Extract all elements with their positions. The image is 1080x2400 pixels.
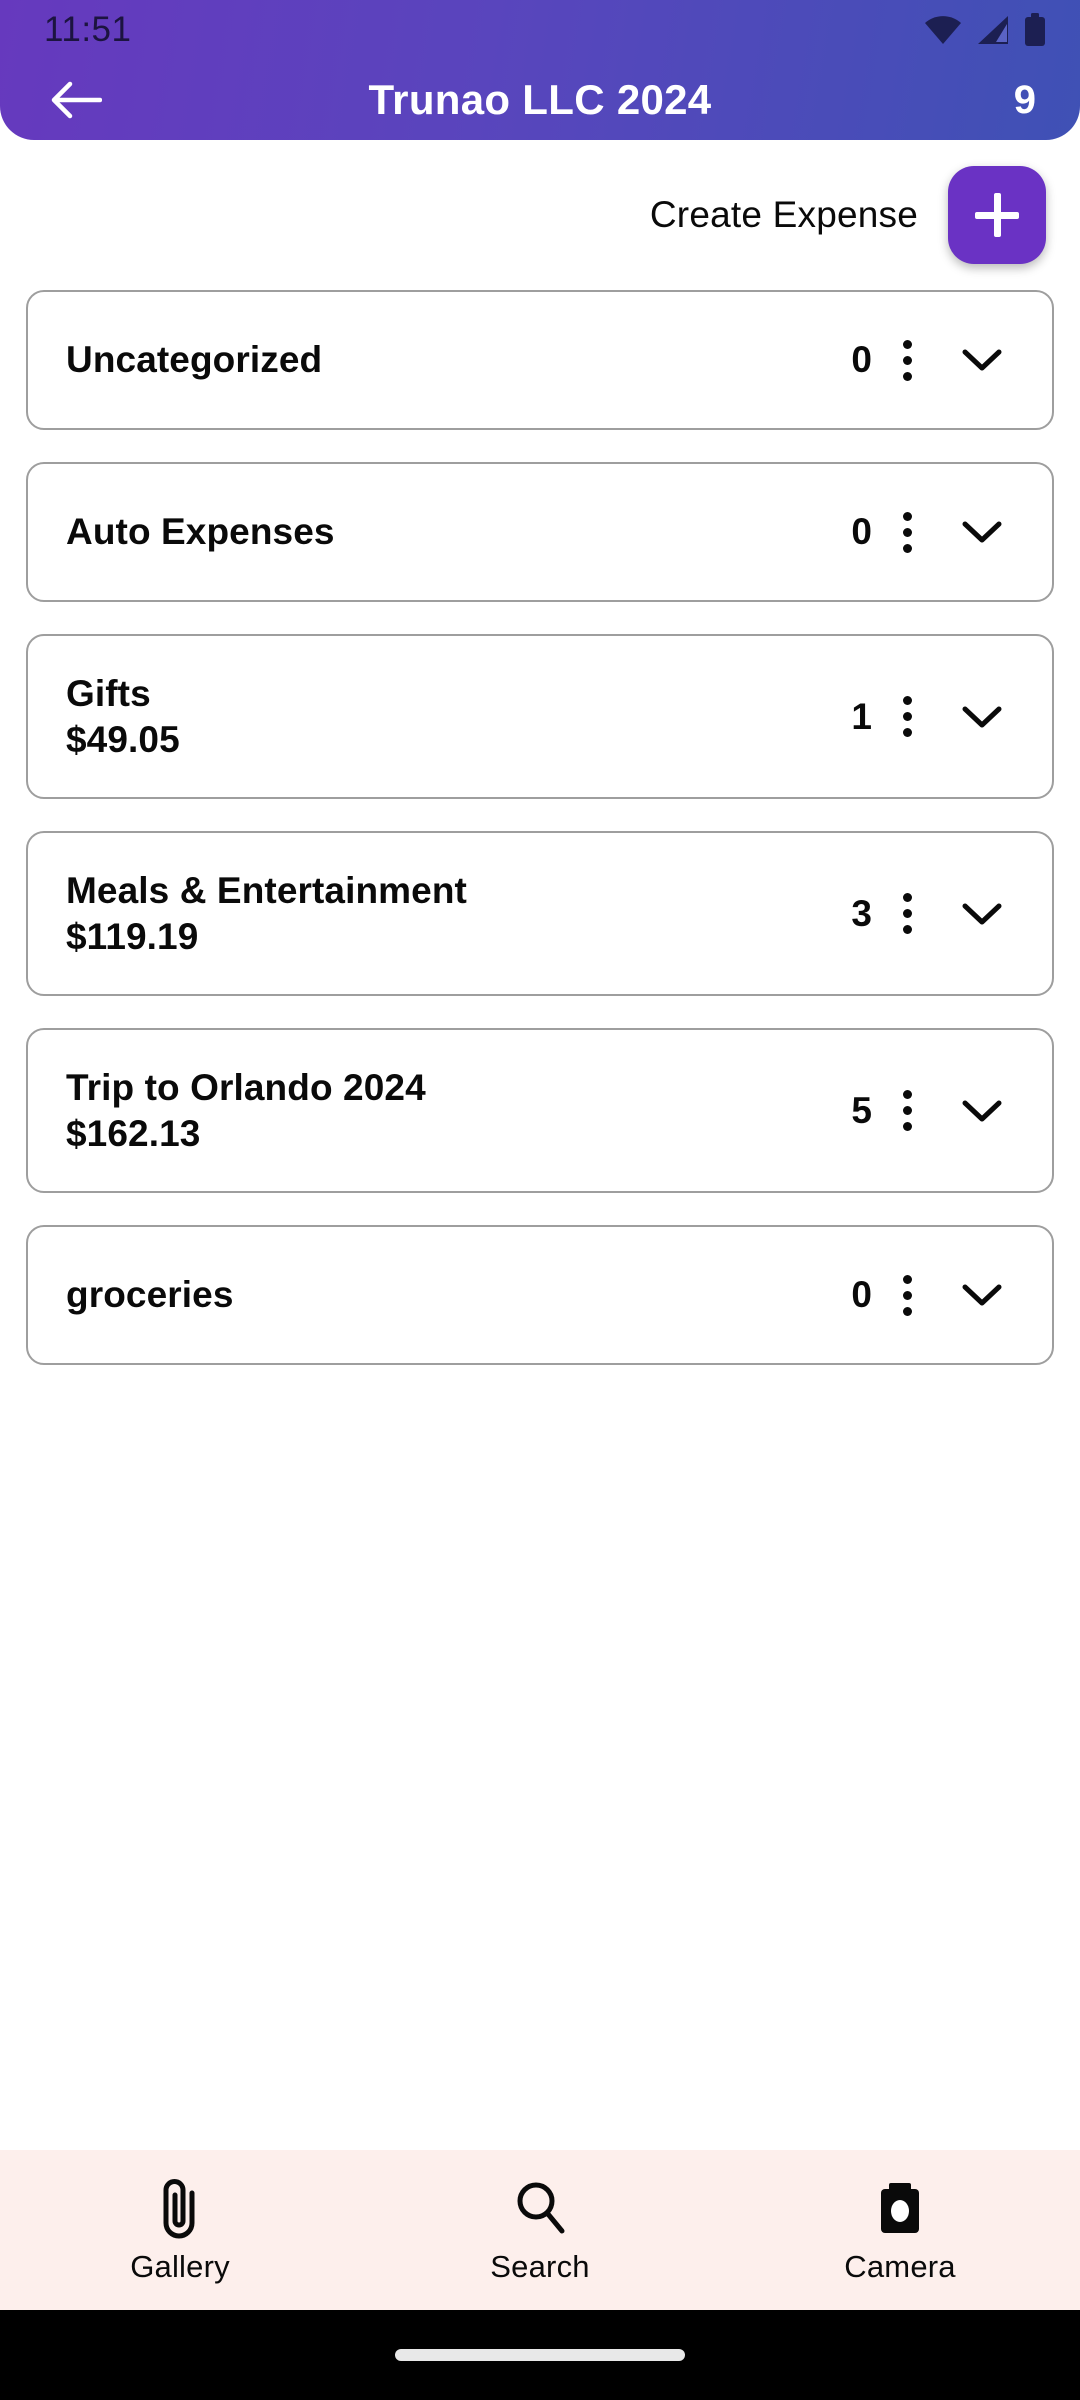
nav-item-camera[interactable]: Camera (720, 2150, 1080, 2310)
bottom-navigation-bar: Gallery Search Camera (0, 2150, 1080, 2310)
more-vertical-icon[interactable] (872, 325, 942, 395)
create-expense-row: Create Expense (0, 140, 1080, 290)
category-title: Gifts (66, 672, 151, 714)
header-count-badge[interactable]: 9 (1014, 78, 1036, 123)
chevron-down-icon[interactable] (942, 325, 1022, 395)
more-vertical-icon[interactable] (872, 497, 942, 567)
category-card[interactable]: Trip to Orlando 2024 $162.13 5 (26, 1028, 1054, 1193)
system-gesture-bar (0, 2310, 1080, 2400)
category-count: 0 (851, 339, 872, 380)
nav-label-search: Search (490, 2249, 590, 2284)
more-vertical-icon[interactable] (872, 879, 942, 949)
paperclip-icon (152, 2175, 208, 2241)
category-card[interactable]: Uncategorized 0 (26, 290, 1054, 430)
nav-item-gallery[interactable]: Gallery (0, 2150, 360, 2310)
chevron-down-icon[interactable] (942, 497, 1022, 567)
status-time: 11:51 (44, 10, 132, 49)
camera-icon (869, 2175, 931, 2241)
page-title: Trunao LLC 2024 (368, 76, 712, 123)
category-card-texts: Auto Expenses (66, 511, 832, 553)
category-title: groceries (66, 1274, 234, 1315)
category-count: 1 (851, 695, 872, 737)
category-amount: $162.13 (66, 1112, 201, 1154)
more-vertical-icon[interactable] (872, 682, 942, 752)
back-button[interactable] (44, 68, 108, 132)
wifi-icon (925, 16, 961, 44)
category-card-texts: groceries (66, 1274, 832, 1316)
category-title: Meals & Entertainment (66, 869, 467, 911)
battery-icon (1025, 13, 1045, 46)
category-amount: $119.19 (66, 915, 199, 957)
create-expense-label: Create Expense (649, 194, 918, 235)
chevron-down-icon[interactable] (942, 1076, 1022, 1146)
category-count: 5 (851, 1089, 872, 1131)
chevron-down-icon[interactable] (942, 879, 1022, 949)
arrow-left-icon (51, 81, 102, 119)
category-card[interactable]: groceries 0 (26, 1225, 1054, 1365)
category-title: Auto Expenses (66, 511, 335, 552)
category-card-texts: Uncategorized (66, 339, 832, 381)
category-list: Uncategorized 0 Auto Expenses 0 Gifts $49.05 1… (0, 290, 1080, 2150)
search-icon (511, 2175, 569, 2241)
category-card[interactable]: Meals & Entertainment $119.19 3 (26, 831, 1054, 996)
status-bar: 11:51 (0, 0, 1080, 60)
nav-label-gallery: Gallery (130, 2249, 230, 2284)
chevron-down-icon[interactable] (942, 1260, 1022, 1330)
category-amount: $49.05 (66, 718, 180, 760)
category-card-texts: Trip to Orlando 2024 $162.13 (66, 1067, 832, 1155)
category-card-texts: Gifts $49.05 (66, 673, 832, 761)
chevron-down-icon[interactable] (942, 682, 1022, 752)
more-vertical-icon[interactable] (872, 1076, 942, 1146)
nav-label-camera: Camera (844, 2249, 956, 2284)
app-screen: 11:51 Trunao LLC 2024 9 Create Expense U… (0, 0, 1080, 2400)
status-icon-group (924, 13, 1046, 47)
category-card[interactable]: Auto Expenses 0 (26, 462, 1054, 602)
more-vertical-icon[interactable] (872, 1260, 942, 1330)
category-card-texts: Meals & Entertainment $119.19 (66, 870, 832, 958)
category-count: 3 (851, 892, 872, 934)
gesture-pill[interactable] (395, 2349, 685, 2361)
category-count: 0 (851, 511, 872, 552)
nav-item-search[interactable]: Search (360, 2150, 720, 2310)
plus-icon (975, 193, 1019, 237)
category-title: Trip to Orlando 2024 (66, 1066, 426, 1108)
add-expense-button[interactable] (948, 166, 1046, 264)
category-title: Uncategorized (66, 339, 323, 380)
cellular-signal-icon (978, 16, 1008, 44)
category-card[interactable]: Gifts $49.05 1 (26, 634, 1054, 799)
category-count: 0 (851, 1274, 872, 1315)
